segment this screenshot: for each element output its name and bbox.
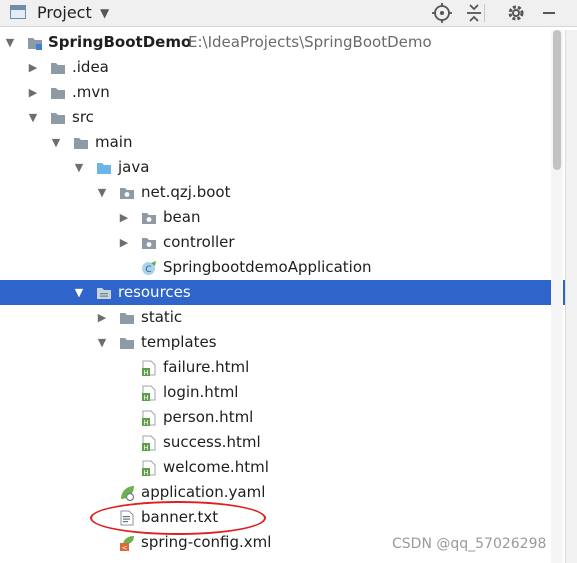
scrollbar-thumb[interactable] xyxy=(553,30,561,170)
editor-gutter xyxy=(565,30,577,563)
view-dropdown-icon[interactable]: ▼ xyxy=(100,3,109,23)
expand-arrow-icon[interactable]: ▼ xyxy=(95,330,109,355)
html-file-icon: H xyxy=(142,410,156,426)
expand-arrow-icon[interactable]: ▼ xyxy=(49,130,63,155)
folder-icon xyxy=(51,88,65,99)
tree-item-label: success.html xyxy=(163,433,261,451)
html-file-icon: H xyxy=(142,385,156,401)
highlight-ellipse xyxy=(90,501,266,535)
tree-item-html-file[interactable]: H success.html xyxy=(0,430,565,455)
tree-item-static[interactable]: ▶ static xyxy=(0,305,565,330)
tree-item-label: src xyxy=(72,108,94,126)
tree-item-html-file[interactable]: H failure.html xyxy=(0,355,565,380)
tree-item-label: static xyxy=(141,308,183,326)
tree-item-main[interactable]: ▼ main xyxy=(0,130,565,155)
collapsed-arrow-icon[interactable]: ▶ xyxy=(26,80,40,105)
svg-text:H: H xyxy=(143,394,148,401)
tree-item-controller[interactable]: ▶ controller xyxy=(0,230,565,255)
tree-item-app-class[interactable]: C SpringbootdemoApplication xyxy=(0,255,565,280)
collapsed-arrow-icon[interactable]: ▶ xyxy=(26,55,40,80)
project-window-icon xyxy=(10,5,26,19)
tree-item-java[interactable]: ▼ java xyxy=(0,155,565,180)
tree-item-idea[interactable]: ▶ .idea xyxy=(0,55,565,80)
tree-item-resources[interactable]: ▼ resources xyxy=(0,280,565,305)
spring-class-icon: C xyxy=(142,261,156,275)
tree-item-src[interactable]: ▼ src xyxy=(0,105,565,130)
folder-icon xyxy=(120,338,134,349)
tree-item-label: SpringbootdemoApplication xyxy=(163,258,372,276)
tree-item-html-file[interactable]: H person.html xyxy=(0,405,565,430)
folder-icon xyxy=(51,63,65,74)
tree-item-label: main xyxy=(95,133,133,151)
expand-arrow-icon[interactable]: ▼ xyxy=(72,155,86,180)
tree-item-label: .mvn xyxy=(72,83,110,101)
tree-item-package[interactable]: ▼ net.qzj.boot xyxy=(0,180,565,205)
tree-item-label: resources xyxy=(118,283,191,301)
package-icon xyxy=(120,188,134,199)
tree-item-label: login.html xyxy=(163,383,239,401)
minimize-icon[interactable] xyxy=(538,2,560,24)
tree-item-label: bean xyxy=(163,208,201,226)
module-folder-icon xyxy=(28,38,42,50)
tree-item-bean[interactable]: ▶ bean xyxy=(0,205,565,230)
tree-item-application-yaml[interactable]: application.yaml xyxy=(0,480,565,505)
toolbar-divider xyxy=(484,4,485,22)
tree-item-banner-txt[interactable]: banner.txt xyxy=(0,505,565,530)
project-name: SpringBootDemo xyxy=(48,33,192,51)
collapsed-arrow-icon[interactable]: ▶ xyxy=(117,230,131,255)
svg-text:<: < xyxy=(122,544,128,551)
resources-folder-icon xyxy=(97,288,111,299)
package-icon xyxy=(142,213,156,224)
html-file-icon: H xyxy=(142,435,156,451)
vertical-scrollbar[interactable] xyxy=(551,30,563,563)
svg-text:H: H xyxy=(143,369,148,376)
collapse-all-icon[interactable] xyxy=(463,2,485,24)
spring-config-leaf-icon xyxy=(121,486,135,501)
tree-item-html-file[interactable]: H login.html xyxy=(0,380,565,405)
gear-icon[interactable] xyxy=(505,2,527,24)
project-toolbar: Project ▼ xyxy=(0,0,577,27)
watermark: CSDN @qq_57026298 xyxy=(392,536,547,552)
folder-icon xyxy=(120,313,134,324)
expand-arrow-icon[interactable]: ▼ xyxy=(72,280,86,305)
html-file-icon: H xyxy=(142,360,156,376)
xml-file-icon: < xyxy=(120,536,134,551)
tree-item-mvn[interactable]: ▶ .mvn xyxy=(0,80,565,105)
svg-text:H: H xyxy=(143,419,148,426)
project-tree: ▼ SpringBootDemo E:\IdeaProjects\SpringB… xyxy=(0,30,565,563)
package-icon xyxy=(142,238,156,249)
project-path: E:\IdeaProjects\SpringBootDemo xyxy=(188,33,432,51)
tree-item-label: templates xyxy=(141,333,217,351)
html-file-icon: H xyxy=(142,460,156,476)
tree-item-templates[interactable]: ▼ templates xyxy=(0,330,565,355)
folder-icon xyxy=(51,113,65,124)
expand-arrow-icon[interactable]: ▼ xyxy=(26,105,40,130)
tree-item-label: welcome.html xyxy=(163,458,269,476)
svg-text:C: C xyxy=(145,265,151,275)
collapsed-arrow-icon[interactable]: ▶ xyxy=(117,205,131,230)
collapsed-arrow-icon[interactable]: ▶ xyxy=(95,305,109,330)
folder-icon xyxy=(74,138,88,149)
expand-arrow-icon[interactable]: ▼ xyxy=(3,30,17,55)
tree-item-label: person.html xyxy=(163,408,254,426)
tree-item-project-root[interactable]: ▼ SpringBootDemo E:\IdeaProjects\SpringB… xyxy=(0,30,565,55)
tree-item-label: failure.html xyxy=(163,358,250,376)
expand-arrow-icon[interactable]: ▼ xyxy=(95,180,109,205)
tree-item-label: net.qzj.boot xyxy=(141,183,231,201)
tree-item-label: controller xyxy=(163,233,235,251)
locate-icon[interactable] xyxy=(431,2,453,24)
tree-item-html-file[interactable]: H welcome.html xyxy=(0,455,565,480)
tree-item-label: java xyxy=(118,158,150,176)
panel-title[interactable]: Project xyxy=(37,3,92,23)
source-folder-icon xyxy=(97,163,111,174)
svg-text:H: H xyxy=(143,469,148,476)
svg-text:H: H xyxy=(143,444,148,451)
tree-item-label: .idea xyxy=(72,58,109,76)
